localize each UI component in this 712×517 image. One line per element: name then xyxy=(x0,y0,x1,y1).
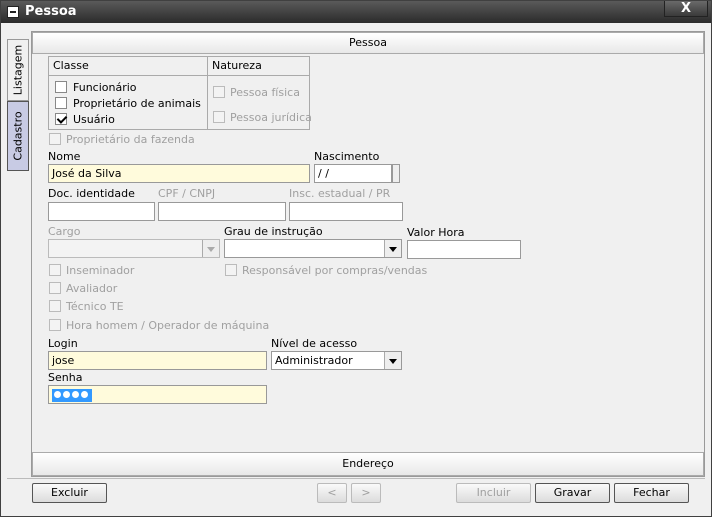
nome-label: Nome xyxy=(48,150,81,163)
proprietario-animais-checkbox[interactable] xyxy=(55,97,67,109)
senha-masked-value xyxy=(52,389,92,402)
valor-hora-input[interactable] xyxy=(407,240,521,259)
proprietario-animais-label: Proprietário de animais xyxy=(73,97,201,110)
title-bar: Pessoa X xyxy=(1,1,711,23)
section-endereco[interactable]: Endereço xyxy=(32,452,704,476)
pessoa-juridica-label: Pessoa jurídica xyxy=(230,111,312,124)
window-title: Pessoa xyxy=(25,4,77,19)
fechar-button[interactable]: Fechar xyxy=(614,483,689,503)
classe-title: Classe xyxy=(53,59,89,72)
nivel-acesso-select[interactable]: Administrador xyxy=(271,351,402,370)
prev-button[interactable]: < xyxy=(317,483,347,503)
natureza-title: Natureza xyxy=(212,59,262,72)
senha-input[interactable] xyxy=(48,385,267,404)
inseminador-checkbox[interactable] xyxy=(49,264,61,276)
window-menu-icon[interactable] xyxy=(7,6,19,18)
insc-estadual-input[interactable] xyxy=(289,202,403,221)
cpf-cnpj-label: CPF / CNPJ xyxy=(158,187,216,200)
senha-label: Senha xyxy=(48,371,83,384)
tab-cadastro-label: Cadastro xyxy=(11,111,25,161)
side-tabs: Listagem Cadastro xyxy=(7,31,29,477)
grau-instrucao-select[interactable] xyxy=(224,239,402,258)
next-button[interactable]: > xyxy=(351,483,381,503)
nome-input[interactable]: José da Silva xyxy=(48,164,310,183)
excluir-button[interactable]: Excluir xyxy=(32,483,107,503)
pessoa-juridica-checkbox[interactable] xyxy=(213,111,225,123)
nivel-acesso-label: Nível de acesso xyxy=(271,337,358,350)
cargo-label: Cargo xyxy=(48,225,81,238)
login-label: Login xyxy=(48,337,78,350)
valor-hora-label: Valor Hora xyxy=(407,226,465,239)
cargo-chevron-down-icon[interactable] xyxy=(202,240,219,257)
gravar-button[interactable]: Gravar xyxy=(535,483,610,503)
nascimento-input[interactable]: / / xyxy=(314,164,392,183)
nascimento-label: Nascimento xyxy=(314,150,380,163)
tab-listagem[interactable]: Listagem xyxy=(7,39,29,101)
cpf-cnpj-input[interactable] xyxy=(158,202,286,221)
tab-listagem-label: Listagem xyxy=(11,44,25,96)
tecnico-te-checkbox[interactable] xyxy=(49,300,61,312)
natureza-group: Natureza Pessoa física Pessoa jurídica xyxy=(207,56,312,130)
nivel-acesso-value: Administrador xyxy=(275,354,353,367)
close-button[interactable]: X xyxy=(664,1,708,17)
login-input[interactable]: jose xyxy=(48,351,267,370)
proprietario-fazenda-checkbox[interactable] xyxy=(49,133,61,145)
responsavel-compras-label: Responsável por compras/vendas xyxy=(242,264,428,277)
section-pessoa[interactable]: Pessoa xyxy=(32,32,704,54)
proprietario-fazenda-label: Proprietário da fazenda xyxy=(66,133,195,146)
tecnico-te-label: Técnico TE xyxy=(66,300,124,313)
doc-identidade-input[interactable] xyxy=(48,202,155,221)
pessoa-fisica-checkbox[interactable] xyxy=(213,86,225,98)
inseminador-label: Inseminador xyxy=(66,264,135,277)
form-panel: Pessoa Classe Funcionário Proprietário d… xyxy=(31,31,705,477)
classe-group: Classe Funcionário Proprietário de anima… xyxy=(48,56,208,130)
funcionario-checkbox[interactable] xyxy=(55,81,67,93)
nivel-acesso-chevron-down-icon[interactable] xyxy=(384,352,401,369)
grau-instrucao-label: Grau de instrução xyxy=(224,225,323,238)
responsavel-compras-checkbox[interactable] xyxy=(225,264,237,276)
grau-instrucao-chevron-down-icon[interactable] xyxy=(384,240,401,257)
avaliador-label: Avaliador xyxy=(66,282,118,295)
hora-homem-label: Hora homem / Operador de máquina xyxy=(66,319,270,332)
usuario-label: Usuário xyxy=(73,113,115,126)
avaliador-checkbox[interactable] xyxy=(49,282,61,294)
cargo-select[interactable] xyxy=(48,239,220,258)
hora-homem-checkbox[interactable] xyxy=(49,319,61,331)
doc-identidade-label: Doc. identidade xyxy=(48,187,135,200)
usuario-checkbox[interactable] xyxy=(55,113,67,125)
funcionario-label: Funcionário xyxy=(73,81,137,94)
nascimento-calendar-button[interactable] xyxy=(392,164,400,183)
tab-cadastro[interactable]: Cadastro xyxy=(7,101,29,171)
pessoa-fisica-label: Pessoa física xyxy=(230,86,300,99)
incluir-button[interactable]: Incluir xyxy=(456,483,531,503)
pessoa-window: Pessoa X Listagem Cadastro Pessoa Classe… xyxy=(0,0,712,517)
insc-estadual-label: Insc. estadual / PR xyxy=(289,187,391,200)
